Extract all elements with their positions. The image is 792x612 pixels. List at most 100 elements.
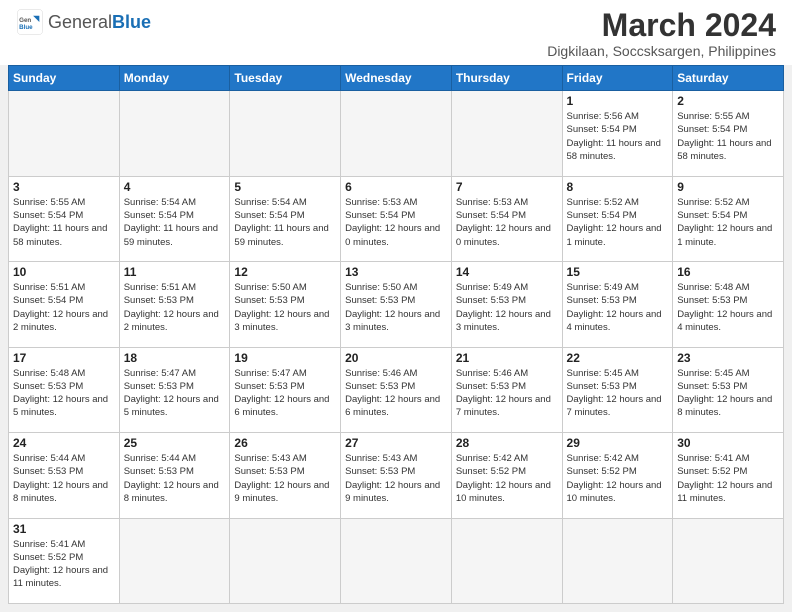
week-row-0: 1 Sunrise: 5:56 AM Sunset: 5:54 PM Daylig… bbox=[9, 91, 784, 176]
day-number: 10 bbox=[13, 265, 115, 279]
generalblue-logo-icon: Gen Blue bbox=[16, 8, 44, 36]
day-number: 31 bbox=[13, 522, 115, 536]
day-cell: 6 Sunrise: 5:53 AM Sunset: 5:54 PM Daylig… bbox=[341, 176, 452, 261]
day-cell: 7 Sunrise: 5:53 AM Sunset: 5:54 PM Daylig… bbox=[451, 176, 562, 261]
day-cell: 4Sunrise: 5:54 AM Sunset: 5:54 PM Daylig… bbox=[119, 176, 230, 261]
day-info: Sunrise: 5:47 AM Sunset: 5:53 PM Dayligh… bbox=[124, 367, 226, 420]
header-row: Sunday Monday Tuesday Wednesday Thursday… bbox=[9, 66, 784, 91]
svg-text:Blue: Blue bbox=[19, 24, 33, 31]
week-row-5: 31Sunrise: 5:41 AM Sunset: 5:52 PM Dayli… bbox=[9, 518, 784, 603]
day-cell: 11Sunrise: 5:51 AM Sunset: 5:53 PM Dayli… bbox=[119, 262, 230, 347]
day-cell: 29 Sunrise: 5:42 AM Sunset: 5:52 PM Dayli… bbox=[562, 433, 673, 518]
day-info: Sunrise: 5:46 AM Sunset: 5:53 PM Dayligh… bbox=[456, 367, 558, 420]
day-cell: 18 Sunrise: 5:47 AM Sunset: 5:53 PM Dayli… bbox=[119, 347, 230, 432]
day-number: 21 bbox=[456, 351, 558, 365]
day-info: Sunrise: 5:52 AM Sunset: 5:54 PM Dayligh… bbox=[567, 196, 669, 249]
day-cell bbox=[451, 91, 562, 176]
day-cell bbox=[230, 518, 341, 603]
day-info: Sunrise: 5:50 AM Sunset: 5:53 PM Dayligh… bbox=[234, 281, 336, 334]
day-info: Sunrise: 5:43 AM Sunset: 5:53 PM Dayligh… bbox=[345, 452, 447, 505]
week-row-4: 24 Sunrise: 5:44 AM Sunset: 5:53 PM Dayli… bbox=[9, 433, 784, 518]
day-info: Sunrise: 5:51 AM Sunset: 5:54 PM Dayligh… bbox=[13, 281, 115, 334]
day-info: Sunrise: 5:42 AM Sunset: 5:52 PM Dayligh… bbox=[567, 452, 669, 505]
col-thursday: Thursday bbox=[451, 66, 562, 91]
week-row-3: 17 Sunrise: 5:48 AM Sunset: 5:53 PM Dayli… bbox=[9, 347, 784, 432]
day-number: 15 bbox=[567, 265, 669, 279]
day-number: 5 bbox=[234, 180, 336, 194]
col-friday: Friday bbox=[562, 66, 673, 91]
day-cell: 20 Sunrise: 5:46 AM Sunset: 5:53 PM Dayli… bbox=[341, 347, 452, 432]
svg-text:Gen: Gen bbox=[19, 17, 31, 24]
calendar-wrap: Sunday Monday Tuesday Wednesday Thursday… bbox=[0, 65, 792, 612]
day-cell: 25Sunrise: 5:44 AM Sunset: 5:53 PM Dayli… bbox=[119, 433, 230, 518]
header: Gen Blue GeneralBlue March 2024 Digkilaa… bbox=[0, 0, 792, 65]
day-number: 6 bbox=[345, 180, 447, 194]
day-info: Sunrise: 5:43 AM Sunset: 5:53 PM Dayligh… bbox=[234, 452, 336, 505]
day-info: Sunrise: 5:52 AM Sunset: 5:54 PM Dayligh… bbox=[677, 196, 779, 249]
day-cell bbox=[451, 518, 562, 603]
day-cell: 10 Sunrise: 5:51 AM Sunset: 5:54 PM Dayli… bbox=[9, 262, 120, 347]
day-number: 3 bbox=[13, 180, 115, 194]
day-info: Sunrise: 5:41 AM Sunset: 5:52 PM Dayligh… bbox=[677, 452, 779, 505]
day-number: 29 bbox=[567, 436, 669, 450]
day-cell bbox=[562, 518, 673, 603]
day-number: 18 bbox=[124, 351, 226, 365]
week-row-1: 3Sunrise: 5:55 AM Sunset: 5:54 PM Daylig… bbox=[9, 176, 784, 261]
col-wednesday: Wednesday bbox=[341, 66, 452, 91]
calendar-title: March 2024 bbox=[547, 8, 776, 43]
day-number: 4 bbox=[124, 180, 226, 194]
col-sunday: Sunday bbox=[9, 66, 120, 91]
day-cell bbox=[230, 91, 341, 176]
day-info: Sunrise: 5:44 AM Sunset: 5:53 PM Dayligh… bbox=[13, 452, 115, 505]
day-cell: 9Sunrise: 5:52 AM Sunset: 5:54 PM Daylig… bbox=[673, 176, 784, 261]
day-number: 25 bbox=[124, 436, 226, 450]
col-saturday: Saturday bbox=[673, 66, 784, 91]
day-cell: 19Sunrise: 5:47 AM Sunset: 5:53 PM Dayli… bbox=[230, 347, 341, 432]
logo: Gen Blue GeneralBlue bbox=[16, 8, 151, 36]
day-info: Sunrise: 5:46 AM Sunset: 5:53 PM Dayligh… bbox=[345, 367, 447, 420]
day-number: 27 bbox=[345, 436, 447, 450]
day-number: 30 bbox=[677, 436, 779, 450]
day-number: 1 bbox=[567, 94, 669, 108]
day-cell: 14Sunrise: 5:49 AM Sunset: 5:53 PM Dayli… bbox=[451, 262, 562, 347]
day-info: Sunrise: 5:53 AM Sunset: 5:54 PM Dayligh… bbox=[456, 196, 558, 249]
day-number: 12 bbox=[234, 265, 336, 279]
day-cell: 26Sunrise: 5:43 AM Sunset: 5:53 PM Dayli… bbox=[230, 433, 341, 518]
day-cell bbox=[9, 91, 120, 176]
day-cell: 30 Sunrise: 5:41 AM Sunset: 5:52 PM Dayli… bbox=[673, 433, 784, 518]
day-info: Sunrise: 5:42 AM Sunset: 5:52 PM Dayligh… bbox=[456, 452, 558, 505]
day-info: Sunrise: 5:50 AM Sunset: 5:53 PM Dayligh… bbox=[345, 281, 447, 334]
calendar-body: 1 Sunrise: 5:56 AM Sunset: 5:54 PM Daylig… bbox=[9, 91, 784, 604]
day-cell: 31Sunrise: 5:41 AM Sunset: 5:52 PM Dayli… bbox=[9, 518, 120, 603]
day-number: 16 bbox=[677, 265, 779, 279]
day-number: 2 bbox=[677, 94, 779, 108]
day-number: 28 bbox=[456, 436, 558, 450]
day-cell: 15Sunrise: 5:49 AM Sunset: 5:53 PM Dayli… bbox=[562, 262, 673, 347]
day-number: 20 bbox=[345, 351, 447, 365]
day-info: Sunrise: 5:56 AM Sunset: 5:54 PM Dayligh… bbox=[567, 110, 669, 163]
day-info: Sunrise: 5:53 AM Sunset: 5:54 PM Dayligh… bbox=[345, 196, 447, 249]
day-cell: 5 Sunrise: 5:54 AM Sunset: 5:54 PM Daylig… bbox=[230, 176, 341, 261]
day-cell bbox=[673, 518, 784, 603]
day-info: Sunrise: 5:45 AM Sunset: 5:53 PM Dayligh… bbox=[567, 367, 669, 420]
day-info: Sunrise: 5:54 AM Sunset: 5:54 PM Dayligh… bbox=[234, 196, 336, 249]
day-info: Sunrise: 5:48 AM Sunset: 5:53 PM Dayligh… bbox=[13, 367, 115, 420]
calendar-subtitle: Digkilaan, Soccsksargen, Philippines bbox=[547, 43, 776, 59]
day-cell: 16Sunrise: 5:48 AM Sunset: 5:53 PM Dayli… bbox=[673, 262, 784, 347]
day-cell: 12 Sunrise: 5:50 AM Sunset: 5:53 PM Dayli… bbox=[230, 262, 341, 347]
day-cell: 23Sunrise: 5:45 AM Sunset: 5:53 PM Dayli… bbox=[673, 347, 784, 432]
day-cell bbox=[341, 91, 452, 176]
day-cell: 8Sunrise: 5:52 AM Sunset: 5:54 PM Daylig… bbox=[562, 176, 673, 261]
day-cell: 22Sunrise: 5:45 AM Sunset: 5:53 PM Dayli… bbox=[562, 347, 673, 432]
calendar-page: Gen Blue GeneralBlue March 2024 Digkilaa… bbox=[0, 0, 792, 612]
day-cell bbox=[119, 518, 230, 603]
day-number: 7 bbox=[456, 180, 558, 194]
week-row-2: 10 Sunrise: 5:51 AM Sunset: 5:54 PM Dayli… bbox=[9, 262, 784, 347]
day-number: 17 bbox=[13, 351, 115, 365]
day-cell: 3Sunrise: 5:55 AM Sunset: 5:54 PM Daylig… bbox=[9, 176, 120, 261]
day-cell bbox=[341, 518, 452, 603]
col-monday: Monday bbox=[119, 66, 230, 91]
day-number: 24 bbox=[13, 436, 115, 450]
calendar-table: Sunday Monday Tuesday Wednesday Thursday… bbox=[8, 65, 784, 604]
day-info: Sunrise: 5:55 AM Sunset: 5:54 PM Dayligh… bbox=[677, 110, 779, 163]
